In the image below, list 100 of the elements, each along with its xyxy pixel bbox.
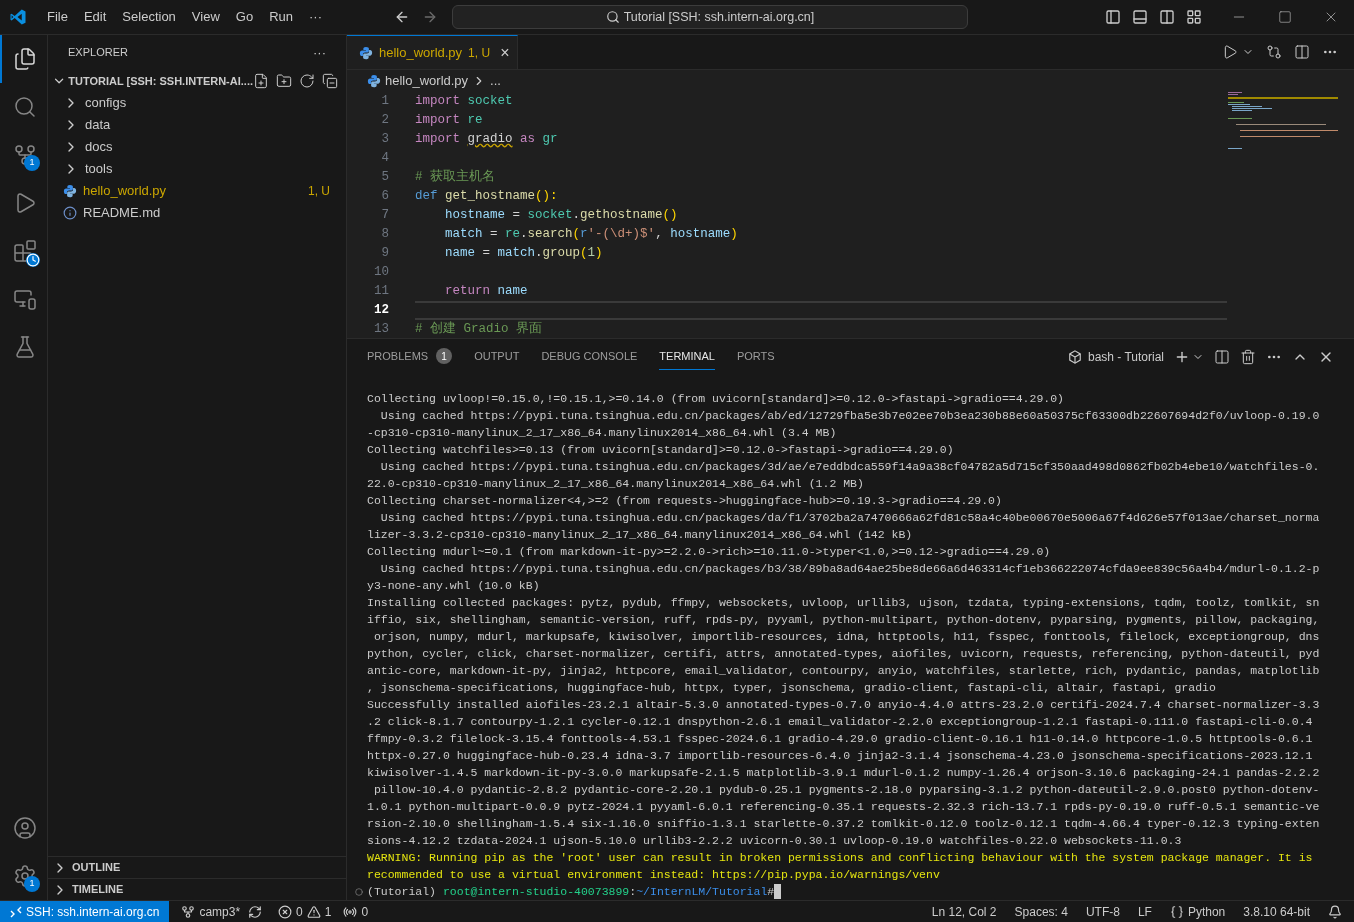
panel-left-icon[interactable]: [1105, 9, 1121, 25]
file-name: data: [85, 116, 111, 135]
terminal-line: -cp310-cp310-manylinux_2_17_x86_64.manylinux2014_x86_64.whl (3.4 MB): [367, 425, 837, 441]
split-terminal-icon[interactable]: [1214, 348, 1230, 365]
settings-icon[interactable]: [13, 864, 37, 888]
file-name: README.md: [83, 204, 161, 223]
run-icon[interactable]: [1222, 44, 1238, 60]
account-icon[interactable]: [13, 816, 37, 840]
status-item[interactable]: Ln 12, Col 2: [931, 902, 997, 921]
line-number: 7: [380, 207, 389, 225]
file-tree-item[interactable]: data: [48, 114, 346, 136]
file-tree-item[interactable]: configs: [48, 92, 346, 114]
file-tree-item[interactable]: hello_world.py 1, U: [48, 180, 346, 202]
code-token: (: [580, 245, 588, 263]
terminal-line: rsion-2.10.0 shellingham-1.5.4 six-1.16.0 sniffio-1.3.1 starlette-0.37.2 tomlkit-0.12.0 toolz-0.12.1 tqdm-4.66.4 typer-0.12.3 typing-exten: [367, 816, 1320, 832]
menu-item[interactable]: Run: [261, 7, 301, 27]
extensions-icon[interactable]: [13, 239, 37, 263]
file-name: configs: [85, 94, 127, 113]
status-item[interactable]: LF: [1137, 902, 1152, 921]
code-token: ): [730, 226, 738, 244]
code-token: re: [467, 112, 483, 130]
panel-right-icon[interactable]: [1159, 9, 1175, 25]
status-item[interactable]: UTF-8: [1085, 902, 1120, 921]
code-token: as: [519, 131, 537, 149]
layout-icon[interactable]: [1186, 9, 1202, 25]
files-icon[interactable]: [13, 47, 37, 71]
python-icon: [359, 45, 373, 60]
python-icon: [367, 74, 381, 88]
code-token: name: [497, 283, 528, 301]
code-token: name: [444, 245, 475, 263]
panel-bottom-icon[interactable]: [1132, 9, 1148, 25]
terminal-line: 22.0-cp310-cp310-manylinux_2_17_x86_64.manylinux2014_x86_64.whl (1.2 MB): [367, 476, 864, 492]
new-file-icon[interactable]: [253, 73, 269, 89]
menu-item[interactable]: Edit: [75, 7, 115, 27]
terminal-line: iffio, six, shellingham, semantic-version, ruff, rpds-py, pyyaml, python-multipart, python-dotenv, pyparsing, pygments, pillow, packaging,: [367, 612, 1320, 628]
menu-item[interactable]: Go: [227, 7, 262, 27]
tab-status: 1, U: [468, 44, 491, 62]
prompt-env: (Tutorial): [367, 883, 437, 900]
warning-icon: [306, 904, 321, 919]
panel-tab[interactable]: PROBLEMS 1: [367, 343, 453, 370]
panel-tab[interactable]: TERMINAL: [659, 343, 715, 370]
panel-tab[interactable]: OUTPUT: [474, 343, 520, 370]
collapse-icon[interactable]: [322, 73, 338, 89]
panel-tab[interactable]: PORTS: [736, 343, 775, 370]
menu-item[interactable]: View: [183, 7, 228, 27]
trash-icon[interactable]: [1240, 348, 1256, 365]
error-count[interactable]: 0: [296, 902, 303, 921]
file-name: hello_world.py: [83, 182, 167, 201]
terminal-line: Using cached https://pypi.tuna.tsinghua.edu.cn/packages/b3/38/89ba8ad64ae25be8de66a6d463314cf1eb366222074cfda9ee839c56a4b4/mdurl-0.1.2-p: [379, 561, 1320, 577]
menu-item[interactable]: ···: [301, 7, 330, 27]
forward-icon[interactable]: [422, 9, 438, 25]
prompt-user: root@intern-studio-40073899: [442, 883, 630, 900]
compare-icon[interactable]: [1266, 44, 1282, 60]
more-actions-button[interactable]: ···: [313, 42, 326, 63]
panel-tab[interactable]: DEBUG CONSOLE: [541, 343, 638, 370]
status-item[interactable]: Spaces: 4: [1014, 902, 1068, 921]
info-icon: [63, 206, 77, 220]
file-tree-item[interactable]: tools: [48, 158, 346, 180]
sidebar-section-header[interactable]: OUTLINE: [48, 856, 346, 878]
terminal-line: recommended to use a virtual environment instead: https://pip.pypa.io/warnings/venv: [367, 867, 940, 883]
code-token: (: [572, 226, 581, 244]
code-token: ,: [655, 226, 664, 244]
branch-icon[interactable]: [13, 143, 37, 167]
terminal-name[interactable]: bash - Tutorial: [1087, 347, 1164, 366]
split-editor-icon[interactable]: [1294, 44, 1310, 60]
editor-tab[interactable]: hello_world.py 1, U ×: [347, 35, 519, 69]
breadcrumb-item[interactable]: ...: [490, 71, 501, 91]
warning-count[interactable]: 1: [324, 902, 332, 921]
branch-name[interactable]: camp3*: [199, 902, 241, 921]
bell-icon[interactable]: [1328, 904, 1342, 919]
line-number: 11: [373, 283, 389, 301]
tab-close-button[interactable]: ×: [500, 44, 510, 61]
code-token: .: [572, 207, 581, 225]
line-number: 4: [380, 150, 389, 168]
refresh-icon[interactable]: [299, 73, 315, 89]
back-icon[interactable]: [394, 9, 410, 25]
breadcrumb-item[interactable]: hello_world.py: [385, 71, 469, 91]
code-token: group: [542, 245, 581, 263]
menu-item[interactable]: File: [39, 7, 76, 27]
section-title: TIMELINE: [72, 882, 124, 898]
flask-icon[interactable]: [13, 335, 37, 359]
status-item[interactable]: Python: [1187, 902, 1226, 921]
command-status-icon: [355, 887, 363, 896]
line-number: 9: [380, 245, 389, 263]
remote-indicator[interactable]: SSH: ssh.intern-ai.org.cn: [0, 901, 170, 922]
menu-item[interactable]: Selection: [114, 7, 184, 27]
workspace-title[interactable]: TUTORIAL [SSH: SSH.INTERN-AI....: [68, 72, 253, 90]
monitor-icon[interactable]: [13, 287, 37, 311]
sync-icon[interactable]: [248, 904, 263, 919]
maximize-icon[interactable]: [1278, 10, 1292, 24]
new-folder-icon[interactable]: [276, 73, 292, 89]
code-token: search: [527, 226, 573, 244]
terminal-line: .2 click-8.1.7 contourpy-1.2.1 cycler-0.12.1 dnspython-2.6.1 email_validator-2.2.0 exceptiongroup-1.2.1 fastapi-0.111.0 fastapi-cli-0.0.4: [367, 714, 1313, 730]
file-tree-item[interactable]: README.md: [48, 202, 346, 224]
ports-count[interactable]: 0: [361, 902, 369, 921]
status-item[interactable]: 3.8.10 64-bit: [1243, 902, 1310, 921]
code-token: import: [415, 131, 461, 149]
file-tree-item[interactable]: docs: [48, 136, 346, 158]
search-icon[interactable]: [13, 95, 37, 119]
command-center-field[interactable]: Tutorial [SSH: ssh.intern-ai.org.cn]: [452, 5, 968, 29]
